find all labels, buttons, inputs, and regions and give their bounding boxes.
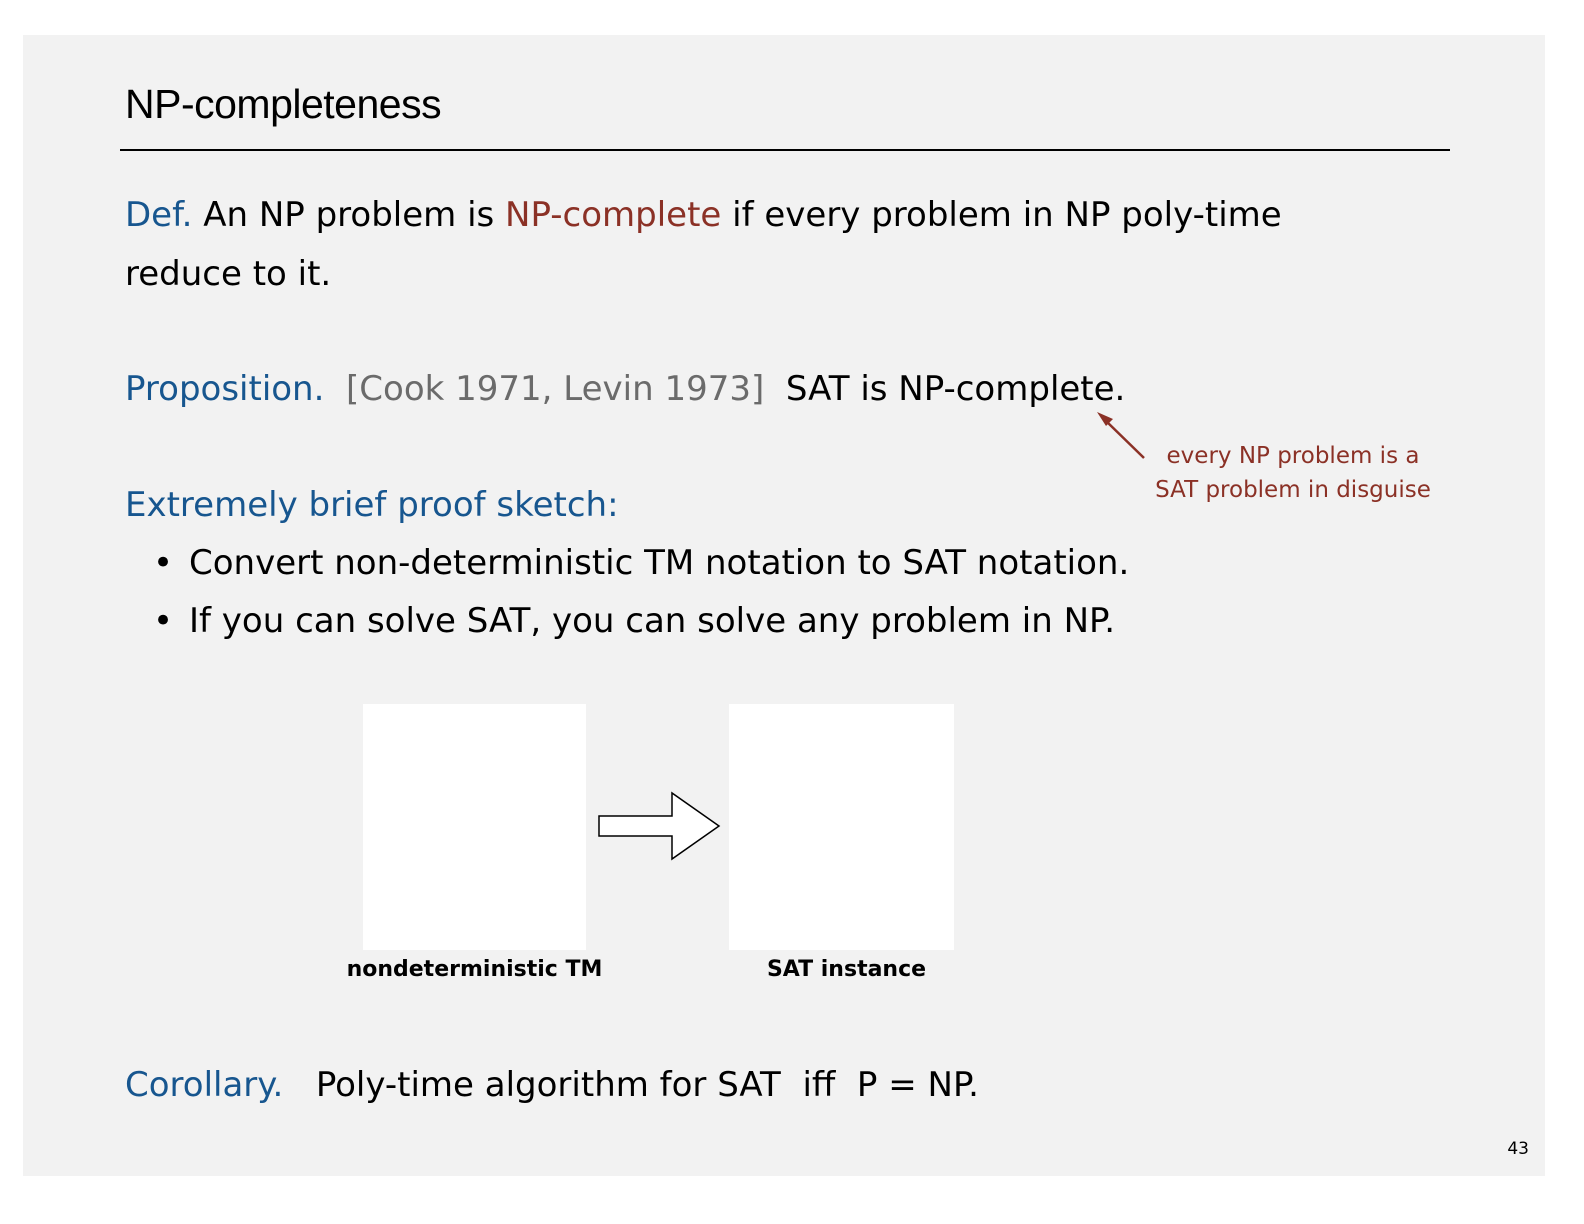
- left-caption: nondeterministic TM: [346, 957, 603, 982]
- corollary-statement: Poly-time algorithm for SAT iff P = NP.: [315, 1065, 979, 1105]
- slide: NP-completeness Def. An NP problem is NP…: [23, 35, 1545, 1176]
- page-number: 43: [1507, 1139, 1529, 1159]
- right-caption: SAT instance: [766, 957, 927, 982]
- corollary-label: Corollary.: [125, 1065, 284, 1105]
- right-arrow-icon: [598, 791, 721, 861]
- sat-instance-image: [729, 704, 954, 950]
- corollary-line: Corollary. Poly-time algorithm for SAT i…: [125, 1065, 979, 1105]
